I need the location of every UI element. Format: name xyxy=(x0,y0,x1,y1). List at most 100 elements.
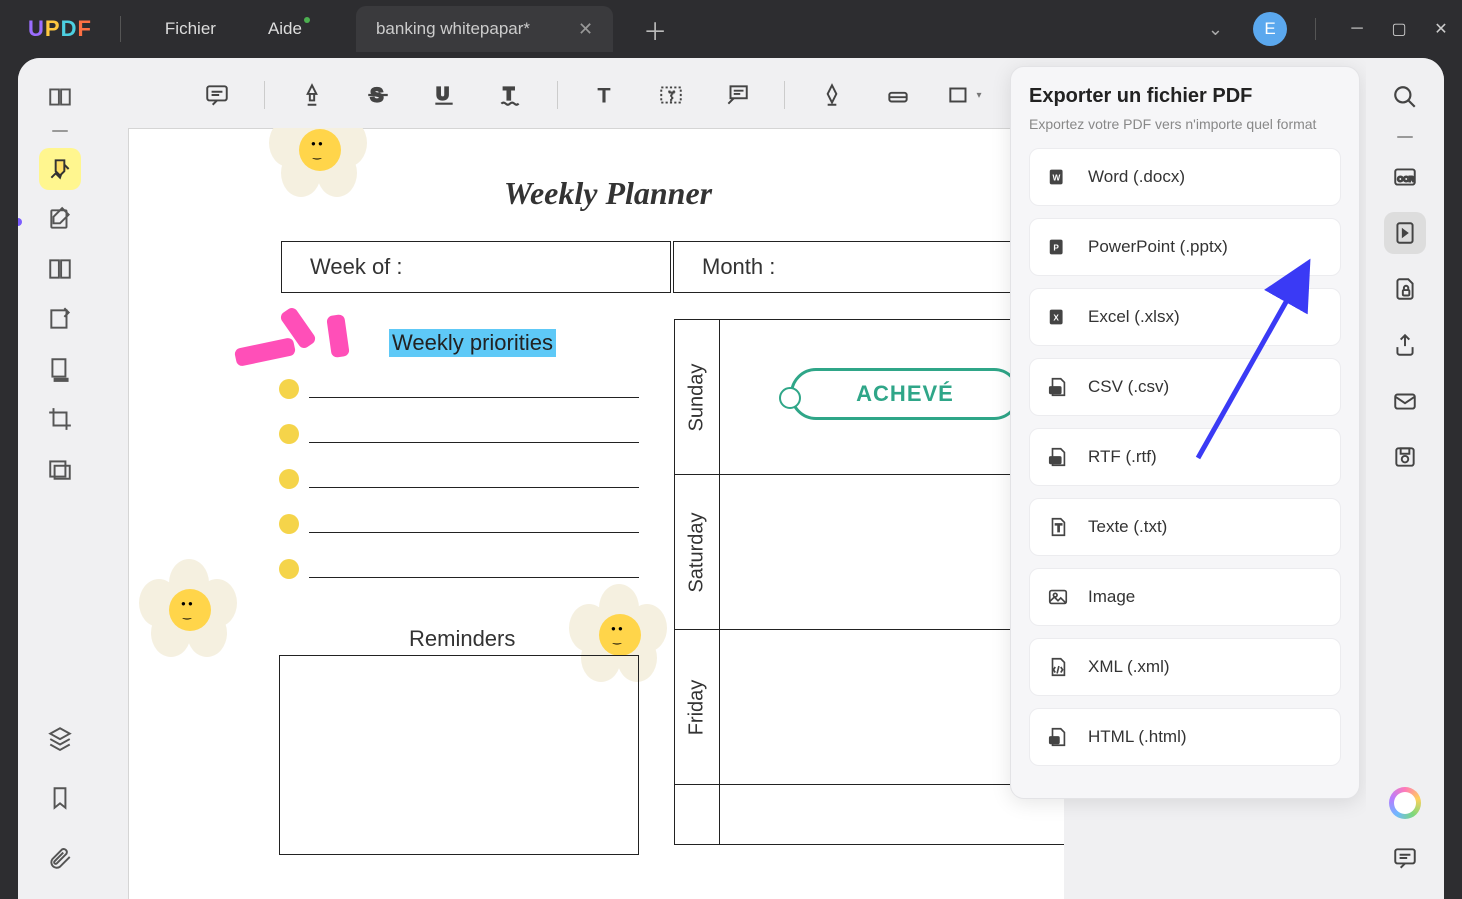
week-month-table: Week of : Month : xyxy=(279,239,1064,295)
ocr-button[interactable]: OCR xyxy=(1384,156,1426,198)
annotation-toolbar: S U T T T ▾ xyxy=(198,70,1064,120)
separator xyxy=(52,130,68,132)
highlight-button[interactable] xyxy=(39,148,81,190)
menu-help[interactable]: Aide xyxy=(242,19,328,39)
squiggly-button[interactable]: T xyxy=(491,76,529,114)
word-icon: W xyxy=(1046,165,1070,189)
bookmark-button[interactable] xyxy=(39,777,81,819)
svg-text:H: H xyxy=(1052,738,1056,744)
svg-text:U: U xyxy=(436,83,449,103)
export-xml-button[interactable]: XML (.xml) xyxy=(1029,638,1341,696)
separator xyxy=(784,81,785,109)
eraser-button[interactable] xyxy=(879,76,917,114)
export-excel-button[interactable]: X Excel (.xlsx) xyxy=(1029,288,1341,346)
search-button[interactable] xyxy=(1384,76,1426,118)
week-of-cell: Week of : xyxy=(281,241,671,293)
powerpoint-icon: P xyxy=(1046,235,1070,259)
right-sidebar: OCR xyxy=(1366,58,1444,899)
layers-button[interactable] xyxy=(39,717,81,759)
export-button[interactable] xyxy=(1384,212,1426,254)
pencil-button[interactable] xyxy=(813,76,851,114)
export-image-button[interactable]: Image xyxy=(1029,568,1341,626)
schedule-grid: Sunday ACHEVÉ Saturday Friday xyxy=(674,319,1064,845)
reminders-box xyxy=(279,655,639,855)
export-label: Image xyxy=(1088,587,1135,607)
tab-label: banking whitepapar* xyxy=(376,19,530,39)
excel-icon: X xyxy=(1046,305,1070,329)
titlebar: UPDF Fichier Aide banking whitepapar* ✕ … xyxy=(0,0,1462,58)
export-rtf-button[interactable]: RTF RTF (.rtf) xyxy=(1029,428,1341,486)
export-panel: Exporter un fichier PDF Exportez votre P… xyxy=(1010,66,1360,799)
export-label: XML (.xml) xyxy=(1088,657,1170,677)
reader-mode-button[interactable] xyxy=(39,76,81,118)
svg-text:P: P xyxy=(1053,244,1059,253)
text-icon: T xyxy=(1046,515,1070,539)
export-label: RTF (.rtf) xyxy=(1088,447,1157,467)
export-label: Excel (.xlsx) xyxy=(1088,307,1180,327)
pdf-page: ● ● ‿ ● ● ‿ ● ● ‿ Weekly Planner Week of… xyxy=(128,128,1064,899)
user-avatar[interactable]: E xyxy=(1253,12,1287,46)
save-button[interactable] xyxy=(1384,436,1426,478)
rtf-icon: RTF xyxy=(1046,445,1070,469)
document-tab[interactable]: banking whitepapar* ✕ xyxy=(356,6,613,52)
priorities-heading: Weekly priorities xyxy=(389,329,556,357)
main-area: S U T T T ▾ ● ● ‿ ● ● ‿ xyxy=(18,58,1444,899)
svg-text:CSV: CSV xyxy=(1051,388,1061,393)
completed-stamp: ACHEVÉ xyxy=(790,368,1020,420)
shapes-button[interactable]: ▾ xyxy=(945,76,983,114)
forms-button[interactable] xyxy=(39,348,81,390)
svg-text:RTF: RTF xyxy=(1051,458,1060,463)
protect-button[interactable] xyxy=(1384,268,1426,310)
active-indicator xyxy=(18,218,22,226)
comment-button[interactable] xyxy=(198,76,236,114)
share-button[interactable] xyxy=(1384,324,1426,366)
separator xyxy=(1315,18,1316,40)
svg-text:T: T xyxy=(1055,523,1062,535)
app-logo: UPDF xyxy=(0,16,120,42)
fill-sign-button[interactable] xyxy=(39,298,81,340)
strikethrough-button[interactable]: S xyxy=(359,76,397,114)
chevron-down-icon: ▾ xyxy=(976,90,981,101)
chevron-down-icon[interactable]: ⌄ xyxy=(1208,19,1223,40)
close-window-button[interactable]: ✕ xyxy=(1420,9,1462,49)
export-label: HTML (.html) xyxy=(1088,727,1187,747)
new-tab-button[interactable]: ＋ xyxy=(643,12,667,47)
image-icon xyxy=(1046,585,1070,609)
export-powerpoint-button[interactable]: P PowerPoint (.pptx) xyxy=(1029,218,1341,276)
attachment-button[interactable] xyxy=(39,837,81,879)
ai-assistant-button[interactable] xyxy=(1389,787,1421,819)
export-label: Word (.docx) xyxy=(1088,167,1185,187)
edit-button[interactable] xyxy=(39,198,81,240)
left-sidebar xyxy=(18,58,102,899)
close-tab-button[interactable]: ✕ xyxy=(578,19,593,40)
pages-button[interactable] xyxy=(39,248,81,290)
html-icon: H xyxy=(1046,725,1070,749)
textbox-button[interactable]: T xyxy=(652,76,690,114)
export-html-button[interactable]: H HTML (.html) xyxy=(1029,708,1341,766)
svg-text:X: X xyxy=(1053,314,1059,323)
export-label: CSV (.csv) xyxy=(1088,377,1169,397)
document-viewport[interactable]: ● ● ‿ ● ● ‿ ● ● ‿ Weekly Planner Week of… xyxy=(128,128,1064,899)
callout-button[interactable] xyxy=(718,76,756,114)
csv-icon: CSV xyxy=(1046,375,1070,399)
day-label: Sunday xyxy=(686,363,709,431)
crop-button[interactable] xyxy=(39,398,81,440)
svg-text:T: T xyxy=(504,83,515,103)
day-label: Saturday xyxy=(686,512,709,592)
minimize-button[interactable]: ─ xyxy=(1336,9,1378,49)
separator xyxy=(1397,136,1413,138)
export-word-button[interactable]: W Word (.docx) xyxy=(1029,148,1341,206)
email-button[interactable] xyxy=(1384,380,1426,422)
maximize-button[interactable]: ▢ xyxy=(1378,9,1420,49)
svg-text:T: T xyxy=(668,88,676,103)
separator xyxy=(120,16,121,42)
export-text-button[interactable]: T Texte (.txt) xyxy=(1029,498,1341,556)
underline-button[interactable]: U xyxy=(425,76,463,114)
export-csv-button[interactable]: CSV CSV (.csv) xyxy=(1029,358,1341,416)
text-button[interactable]: T xyxy=(586,76,624,114)
menu-file[interactable]: Fichier xyxy=(139,19,242,39)
compare-button[interactable] xyxy=(39,448,81,490)
highlighter-button[interactable] xyxy=(293,76,331,114)
feedback-button[interactable] xyxy=(1384,837,1426,879)
svg-text:T: T xyxy=(597,83,610,108)
